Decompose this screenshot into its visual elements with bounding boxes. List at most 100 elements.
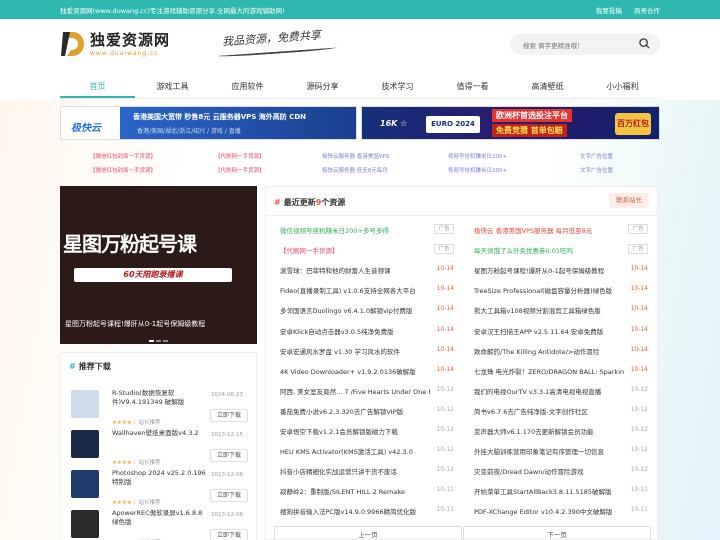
article-title[interactable]: 【代刷网一手货源】 (280, 245, 430, 255)
article-item[interactable]: 我们的电视OurTV v3.3.1高清电视电视直播 10-12 (466, 380, 650, 400)
article-title[interactable]: 致命解药/The Killing Antidote/>动作冒险 (474, 346, 624, 356)
article-item[interactable]: 阿西, 美女室友竟然... 7 /Five Hearts Under One R… (272, 380, 456, 400)
download-button[interactable]: 立即下载 (210, 409, 248, 422)
article-title[interactable]: Fideo(直播录制工具) v1.0.6支持全网各大平台 (280, 285, 430, 295)
text-ad-link[interactable]: 【微信红包封面一手货源】 (90, 152, 156, 160)
nav-wallpaper[interactable]: 高清壁纸 (510, 76, 585, 98)
article-title[interactable]: 我们的电视OurTV v3.3.1高清电视电视直播 (474, 386, 624, 396)
featured-caption[interactable]: 星图万粉起号课程!爆肝从0-1起号保姆级教程 (65, 319, 205, 329)
article-item[interactable]: 安卓悟空下载v1.2.1会员解锁版磁力下载 10-12 (272, 420, 456, 440)
recommend-thumbnail[interactable] (71, 390, 99, 418)
article-title[interactable]: 微信视频号挂机赚米日200+多号多得 (280, 225, 430, 235)
article-item[interactable]: 每天领饿了么外卖优惠券0.01吃鸡 广告 (466, 239, 650, 259)
search-input[interactable]: 搜索 俩字更精准哦！ (523, 40, 584, 50)
text-ad-link[interactable]: 极快云服务器 低至8元每月 (322, 166, 388, 174)
article-title[interactable]: 星图万粉起号课程!爆肝从0-1起号保姆级教程 (474, 265, 624, 275)
article-title[interactable]: HEU KMS Activator(KMS激活工具) v42.3.0 (280, 446, 430, 456)
recommend-item[interactable]: ApowerREC傲软录屏v1.6.8.8绿色版2023-12-06★★★★☆站… (71, 509, 251, 540)
text-ad-link[interactable]: 【代刷网一手货源】 (215, 152, 265, 160)
article-item[interactable]: 寂静岭2：重制版/SILENT HILL 2 Remake 10-11 (272, 480, 456, 500)
article-title[interactable]: TreeSize Professional(磁盘容量分析器)绿色版 (474, 285, 624, 295)
nav-worth[interactable]: 值得一看 (435, 76, 510, 98)
article-title[interactable]: 阿西, 美女室友竟然... 7 /Five Hearts Under One R… (280, 386, 430, 396)
article-title[interactable]: 每天领饿了么外卖优惠券0.01吃鸡 (474, 245, 624, 255)
recommend-thumbnail[interactable] (71, 470, 99, 498)
article-title[interactable]: 开始菜单工具StartAllBack3.8.11.5185破解版 (474, 486, 624, 496)
slider-dot[interactable] (149, 340, 154, 342)
download-button[interactable]: 立即下载 (210, 529, 248, 540)
banner-jikuaiyun[interactable]: 极快云 香港美国大宽带 秒售8元 云服务器VPS 海外高防 CDN 香港/美国/… (60, 106, 357, 140)
nav-welfare[interactable]: 小小福利 (585, 76, 660, 98)
nav-game-tools[interactable]: 游戏工具 (135, 76, 210, 98)
article-title[interactable]: 七龙珠 电光炸裂！ZERO/DRAGON BALL: Sparking ZERO (474, 366, 624, 376)
article-title[interactable]: 简书v6.7.6去广告纯净版-文字创作社区 (474, 406, 624, 416)
article-item[interactable]: 星图万粉起号课程!爆肝从0-1起号保姆级教程 10-14 (466, 259, 650, 279)
article-item[interactable]: 外挂大脑训练营用印象笔记有序管理一切信息 10-12 (466, 440, 650, 460)
article-item[interactable]: 简书v6.7.6去广告纯净版-文字创作社区 10-12 (466, 400, 650, 420)
recommend-thumbnail[interactable] (71, 510, 99, 538)
nav-source-code[interactable]: 源码分享 (285, 76, 360, 98)
nav-tech[interactable]: 技术学习 (360, 76, 435, 98)
download-button[interactable]: 立即下载 (210, 489, 248, 502)
site-logo[interactable]: 独爱资源网 www.duaiwang.cc (60, 28, 170, 60)
article-title[interactable]: 滚雪球：巴菲特和他的财富人生音频课 (280, 265, 430, 275)
article-item[interactable]: 微信视频号挂机赚米日200+多号多得 广告 (272, 219, 456, 239)
article-item[interactable]: 致命解药/The Killing Antidote/>动作冒险 10-14 (466, 340, 650, 360)
article-item[interactable]: 搜狗拼音输入法PC版v14.9.0.9966精简优化版 10-11 (272, 500, 456, 520)
recommend-item-title[interactable]: ApowerREC傲软录屏v1.6.8.8绿色版 (112, 509, 207, 527)
text-ad-link[interactable]: 极快云服务器 香港美国VPS (322, 152, 389, 160)
article-item[interactable]: PDF-XChange Editor v10.4.2.390中文破解版 10-11 (466, 500, 650, 520)
article-title[interactable]: 抖音小店精细化实战运营只讲干货不废话 (280, 466, 430, 476)
slider-dot[interactable] (163, 340, 168, 342)
article-title[interactable]: 变声器大师v6.1.170去更新解锁会员功能 (474, 426, 624, 436)
article-title[interactable]: PDF-XChange Editor v10.4.2.390中文破解版 (474, 506, 624, 516)
nav-software[interactable]: 应用软件 (210, 76, 285, 98)
article-item[interactable]: 多邻国语言Duolingo v6.4.1.0解锁vip付费版 10-14 (272, 299, 456, 319)
article-item[interactable]: HEU KMS Activator(KMS激活工具) v42.3.0 10-12 (272, 440, 456, 460)
article-item[interactable]: TreeSize Professional(磁盘容量分析器)绿色版 10-14 (466, 279, 650, 299)
article-item[interactable]: Fideo(直播录制工具) v1.0.6支持全网各大平台 10-14 (272, 279, 456, 299)
article-item[interactable]: 灾变前夜/Dread Dawn/动作冒险游戏 10-12 (466, 460, 650, 480)
recommend-item-title[interactable]: Wallhaven壁纸桌面版v4.3.2 (112, 429, 207, 438)
download-button[interactable]: 立即下载 (210, 449, 248, 462)
recommend-item[interactable]: Wallhaven壁纸桌面版v4.3.2 2023-12-15 ★★★★☆ 站长推荐 立… (71, 429, 251, 469)
article-title[interactable]: 番茄免费小说v6.2.3.320去广告解锁VIP版 (280, 406, 430, 416)
article-item[interactable]: 变声器大师v6.1.170去更新解锁会员功能 10-12 (466, 420, 650, 440)
contact-button[interactable]: 联系站长 (609, 193, 649, 208)
recommend-thumbnail[interactable] (71, 430, 99, 458)
article-title[interactable]: 多邻国语言Duolingo v6.4.1.0解锁vip付费版 (280, 305, 430, 315)
article-title[interactable]: 熊大工具箱v108视频分割混剪工具箱绿色版 (474, 305, 624, 315)
slider-dot[interactable] (156, 340, 161, 342)
article-item[interactable]: 番茄免费小说v6.2.3.320去广告解锁VIP版 10-12 (272, 400, 456, 420)
article-title[interactable]: 4K Video Downloader+ v1.9.2.0136破解版 (280, 366, 430, 376)
article-item[interactable]: 极快云 香港美国VPS服务器 每月低至8元 广告 (466, 219, 650, 239)
article-item[interactable]: 安卓宏通风水罗盘 v1.30 学习风水的软件 10-14 (272, 340, 456, 360)
banner-euro[interactable]: 16K ☆ EURO 2024 欧洲杯首选投注平台 免费竞猜 首单包赔 百万红包 (361, 106, 660, 140)
nav-home[interactable]: 首页 (60, 76, 135, 98)
article-item[interactable]: 抖音小店精细化实战运营只讲干货不废话 10-12 (272, 460, 456, 480)
article-item[interactable]: 4K Video Downloader+ v1.9.2.0136破解版 10-14 (272, 360, 456, 380)
article-title[interactable]: 安卓汉王扫描王APP v2.5.11.64 安卓免费版 (474, 326, 624, 336)
article-title[interactable]: 安卓宏通风水罗盘 v1.30 学习风水的软件 (280, 346, 430, 356)
text-ad-link[interactable]: 文字广告位置 (580, 166, 613, 174)
article-title[interactable]: 极快云 香港美国VPS服务器 每月低至8元 (474, 225, 624, 235)
article-title[interactable]: 外挂大脑训练营用印象笔记有序管理一切信息 (474, 446, 624, 456)
article-item[interactable]: 熊大工具箱v108视频分割混剪工具箱绿色版 10-14 (466, 299, 650, 319)
article-title[interactable]: 搜狗拼音输入法PC版v14.9.0.9966精简优化版 (280, 506, 430, 516)
article-title[interactable]: 安卓悟空下载v1.2.1会员解锁版磁力下载 (280, 426, 430, 436)
submit-link[interactable]: 我要投稿 (596, 7, 622, 15)
article-title[interactable]: 寂静岭2：重制版/SILENT HILL 2 Remake (280, 486, 430, 496)
recommend-item[interactable]: Photoshop 2024 v25.2.0.196特别版 2023-12-06 ★… (71, 469, 251, 509)
search-icon[interactable] (639, 38, 650, 49)
text-ad-link[interactable]: 视频号挂机赚米日200+ (448, 166, 507, 174)
business-link[interactable]: 商务合作 (634, 7, 660, 15)
article-item[interactable]: 安卓汉王扫描王APP v2.5.11.64 安卓免费版 10-14 (466, 320, 650, 340)
recommend-item[interactable]: R-Studio(数据恢复软件)V9.4.191349 破解版 2024-06-2… (71, 389, 251, 429)
prev-page-button[interactable]: 上一页 (274, 526, 462, 540)
article-item[interactable]: 安卓Klick自动点击器v3.0.5纯净免费版 10-14 (272, 320, 456, 340)
article-title[interactable]: 安卓Klick自动点击器v3.0.5纯净免费版 (280, 326, 430, 336)
featured-slide[interactable]: 星图万粉起号课 60天陪跑录播课 星图万粉起号课程!爆肝从0-1起号保姆级教程 (60, 186, 257, 344)
text-ad-link[interactable]: 【微信红包封面一手货源】 (90, 166, 156, 174)
article-item[interactable]: 【代刷网一手货源】 广告 (272, 239, 456, 259)
article-title[interactable]: 灾变前夜/Dread Dawn/动作冒险游戏 (474, 466, 624, 476)
